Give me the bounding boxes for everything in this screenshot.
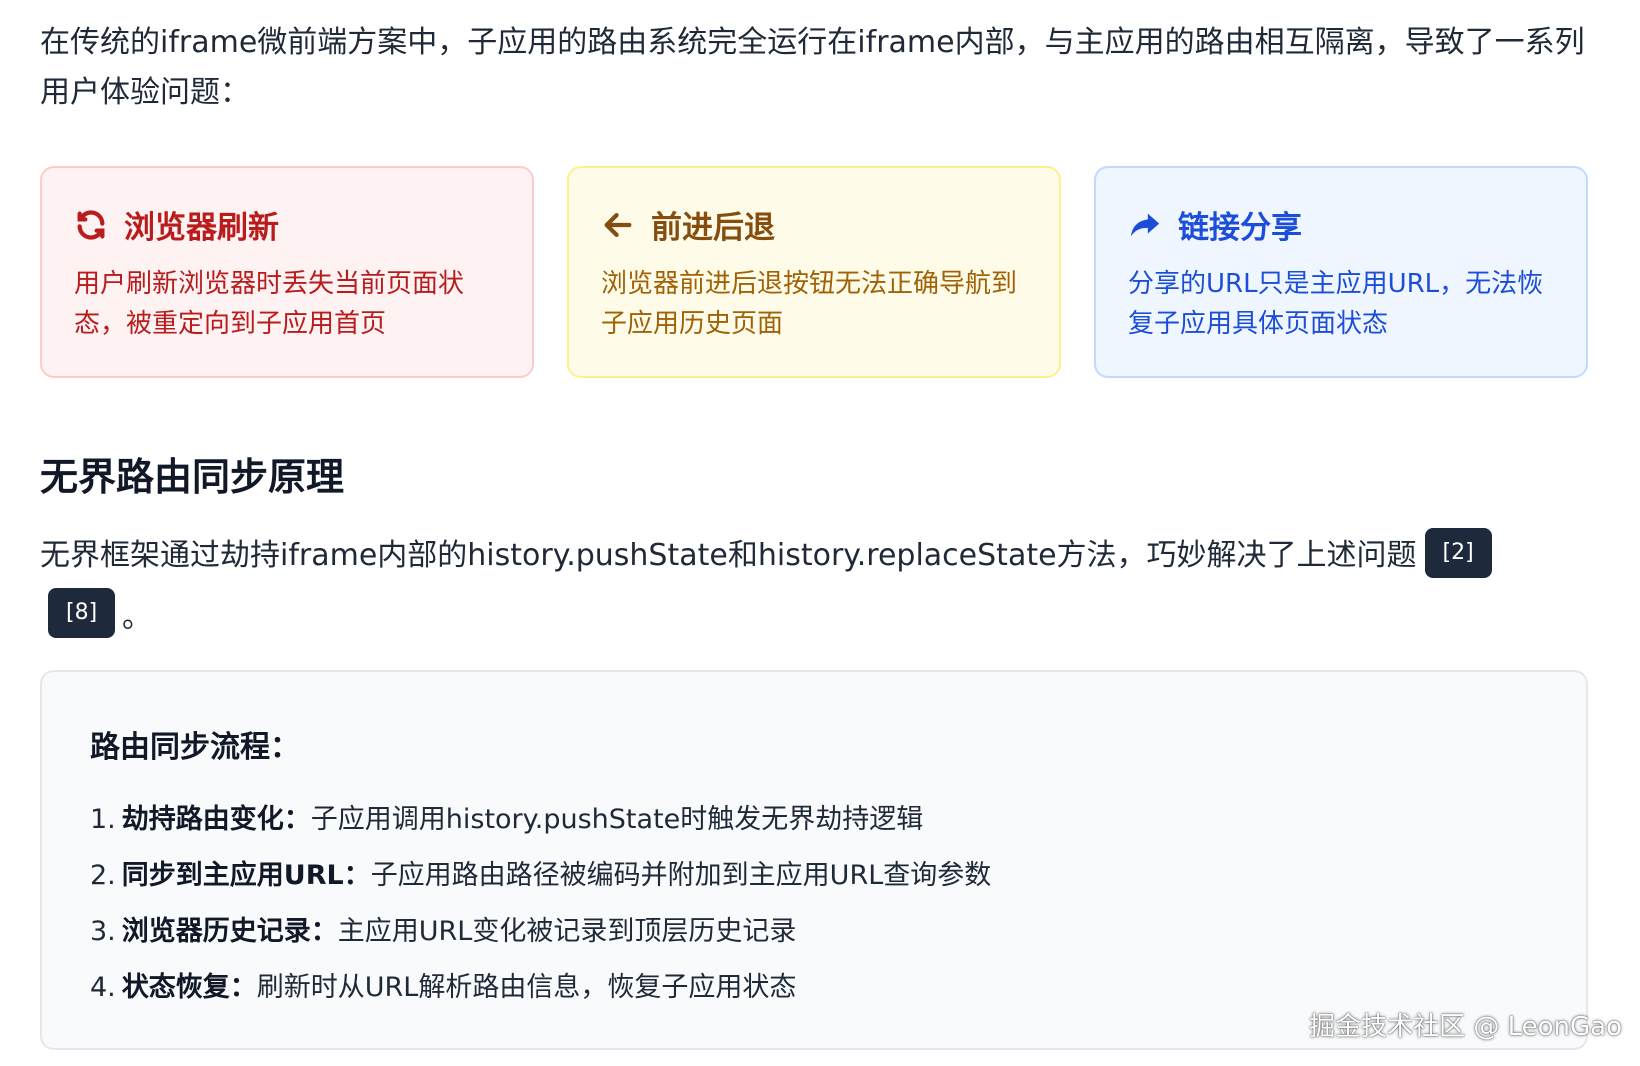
- paragraph-text: 无界框架通过劫持iframe内部的history.pushState和histo…: [40, 538, 1417, 573]
- section-title: 无界路由同步原理: [40, 455, 345, 499]
- card-link-share: 链接分享 分享的URL只是主应用URL，无法恢复子应用具体页面状态: [1094, 166, 1588, 378]
- list-item: 1. 劫持路由变化：子应用调用history.pushState时触发无界劫持逻辑: [90, 792, 991, 848]
- card-description: 分享的URL只是主应用URL，无法恢复子应用具体页面状态: [1128, 269, 1544, 339]
- card-title: 前进后退: [651, 210, 775, 246]
- step-number: 2.: [90, 860, 116, 891]
- step-text: 子应用调用history.pushState时触发无界劫持逻辑: [310, 804, 924, 835]
- card-header: 链接分享: [1128, 202, 1302, 247]
- card-header: 前进后退: [601, 202, 775, 247]
- watermark: 掘金技术社区 @ LeonGao: [1309, 1012, 1622, 1042]
- route-sync-flow-box: 路由同步流程： 1. 劫持路由变化：子应用调用history.pushState时…: [40, 670, 1588, 1050]
- step-text: 子应用路由路径被编码并附加到主应用URL查询参数: [370, 860, 992, 891]
- list-item: 2. 同步到主应用URL：子应用路由路径被编码并附加到主应用URL查询参数: [90, 848, 991, 904]
- arrow-left-icon: [601, 208, 635, 242]
- refresh-icon: [74, 208, 108, 242]
- step-text: 主应用URL变化被记录到顶层历史记录: [337, 916, 797, 947]
- card-description: 浏览器前进后退按钮无法正确导航到子应用历史页面: [601, 269, 1018, 339]
- step-key: 状态恢复：: [121, 972, 257, 1003]
- paragraph-period: 。: [122, 600, 152, 635]
- card-title: 链接分享: [1178, 210, 1302, 246]
- citation-badge[interactable]: [8]: [48, 588, 116, 638]
- step-key: 劫持路由变化：: [121, 804, 311, 835]
- step-number: 1.: [90, 804, 116, 835]
- step-number: 4.: [90, 972, 116, 1003]
- step-number: 3.: [90, 916, 116, 947]
- intro-paragraph: 在传统的iframe微前端方案中，子应用的路由系统完全运行在iframe内部，与…: [40, 25, 1585, 110]
- card-title: 浏览器刷新: [124, 210, 279, 246]
- flow-title: 路由同步流程：: [90, 730, 300, 765]
- card-header: 浏览器刷新: [74, 202, 279, 247]
- list-item: 3. 浏览器历史记录：主应用URL变化被记录到顶层历史记录: [90, 904, 991, 960]
- card-browser-refresh: 浏览器刷新 用户刷新浏览器时丢失当前页面状态，被重定向到子应用首页: [40, 166, 534, 378]
- card-description: 用户刷新浏览器时丢失当前页面状态，被重定向到子应用首页: [74, 269, 465, 339]
- share-icon: [1128, 208, 1162, 242]
- step-key: 同步到主应用URL：: [121, 860, 371, 891]
- body-paragraph: 无界框架通过劫持iframe内部的history.pushState和histo…: [40, 527, 1620, 582]
- flow-steps-list: 1. 劫持路由变化：子应用调用history.pushState时触发无界劫持逻辑…: [90, 792, 991, 1016]
- citation-badge[interactable]: [2]: [1424, 527, 1492, 578]
- list-item: 4. 状态恢复：刷新时从URL解析路由信息，恢复子应用状态: [90, 960, 991, 1016]
- step-key: 浏览器历史记录：: [121, 916, 338, 947]
- step-text: 刷新时从URL解析路由信息，恢复子应用状态: [256, 972, 797, 1003]
- card-back-forward: 前进后退 浏览器前进后退按钮无法正确导航到子应用历史页面: [567, 166, 1061, 378]
